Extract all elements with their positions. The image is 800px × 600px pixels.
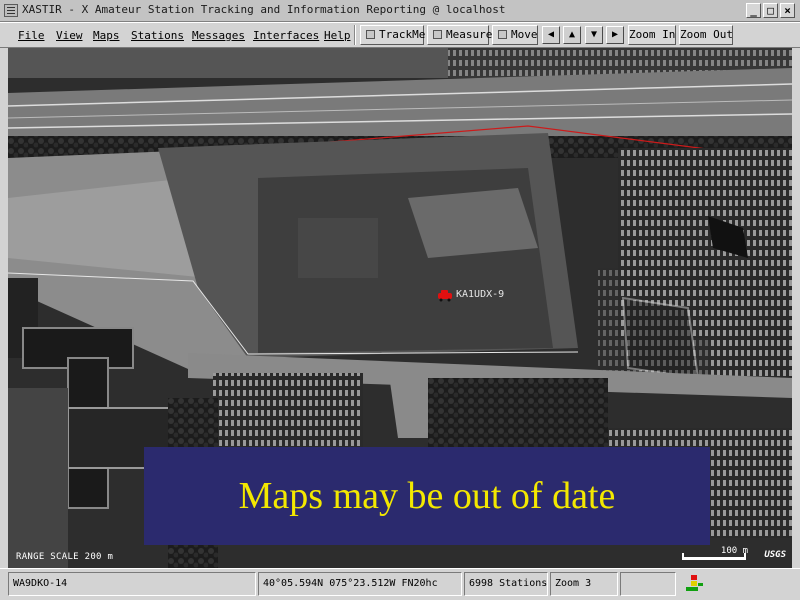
status-station-count: 6998 Stations	[464, 572, 548, 596]
toolbar-separator	[354, 25, 356, 45]
pan-right-button[interactable]: ▶	[606, 26, 624, 44]
status-zoom: Zoom 3	[550, 572, 618, 596]
scale-bar-label: 100 m	[720, 546, 748, 556]
pan-left-button[interactable]: ◀	[542, 26, 560, 44]
window-menu-icon[interactable]	[4, 4, 18, 17]
move-label: Move	[511, 28, 538, 41]
minimize-button[interactable]: _	[746, 3, 761, 18]
station-callsign-label[interactable]: KA1UDX-9	[456, 289, 504, 300]
trackme-toggle[interactable]: TrackMe	[360, 25, 426, 45]
pan-up-button[interactable]: ▲	[563, 26, 581, 44]
zoom-out-button[interactable]: Zoom Out	[679, 25, 733, 45]
pan-down-button[interactable]: ▼	[585, 26, 603, 44]
warning-banner-text: Maps may be out of date	[238, 475, 616, 517]
measure-toggle[interactable]: Measure	[427, 25, 493, 45]
window-title-bar: XASTIR - X Amateur Station Tracking and …	[0, 0, 800, 22]
menu-help[interactable]: Help	[324, 29, 351, 42]
menu-stations[interactable]: Stations	[131, 29, 184, 42]
menu-file[interactable]: File	[18, 29, 45, 42]
zoom-in-button[interactable]: Zoom In	[628, 25, 676, 45]
trackme-label: TrackMe	[379, 28, 426, 41]
menu-maps[interactable]: Maps	[93, 29, 120, 42]
status-position: 40°05.594N 075°23.512W FN20hc	[258, 572, 462, 596]
menu-view[interactable]: View	[56, 29, 83, 42]
move-toggle[interactable]: Move	[492, 25, 538, 45]
menu-messages[interactable]: Messages	[192, 29, 245, 42]
checkbox-icon	[366, 29, 375, 39]
checkbox-icon	[433, 29, 442, 39]
measure-label: Measure	[446, 28, 493, 41]
status-bar: WA9DKO-14 40°05.594N 075°23.512W FN20hc …	[0, 568, 800, 600]
menu-interfaces[interactable]: Interfaces	[253, 29, 319, 42]
status-empty	[620, 572, 676, 596]
warning-banner: Maps may be out of date	[144, 447, 710, 545]
range-scale-label: RANGE SCALE 200 m	[16, 552, 114, 562]
checkbox-icon	[498, 29, 507, 39]
status-callsign: WA9DKO-14	[8, 572, 256, 596]
interface-status-icon	[686, 575, 703, 591]
map-frame-left	[0, 48, 8, 568]
map-frame-right	[792, 48, 800, 568]
menu-toolbar: File View Maps Stations Messages Interfa…	[0, 22, 800, 48]
usgs-logo: USGS	[764, 550, 786, 560]
map-canvas[interactable]: KA1UDX-9 RANGE SCALE 200 m 100 m USGS Ma…	[8, 48, 792, 568]
maximize-button[interactable]: □	[763, 3, 778, 18]
close-button[interactable]: ×	[780, 3, 795, 18]
window-title: XASTIR - X Amateur Station Tracking and …	[22, 3, 506, 16]
